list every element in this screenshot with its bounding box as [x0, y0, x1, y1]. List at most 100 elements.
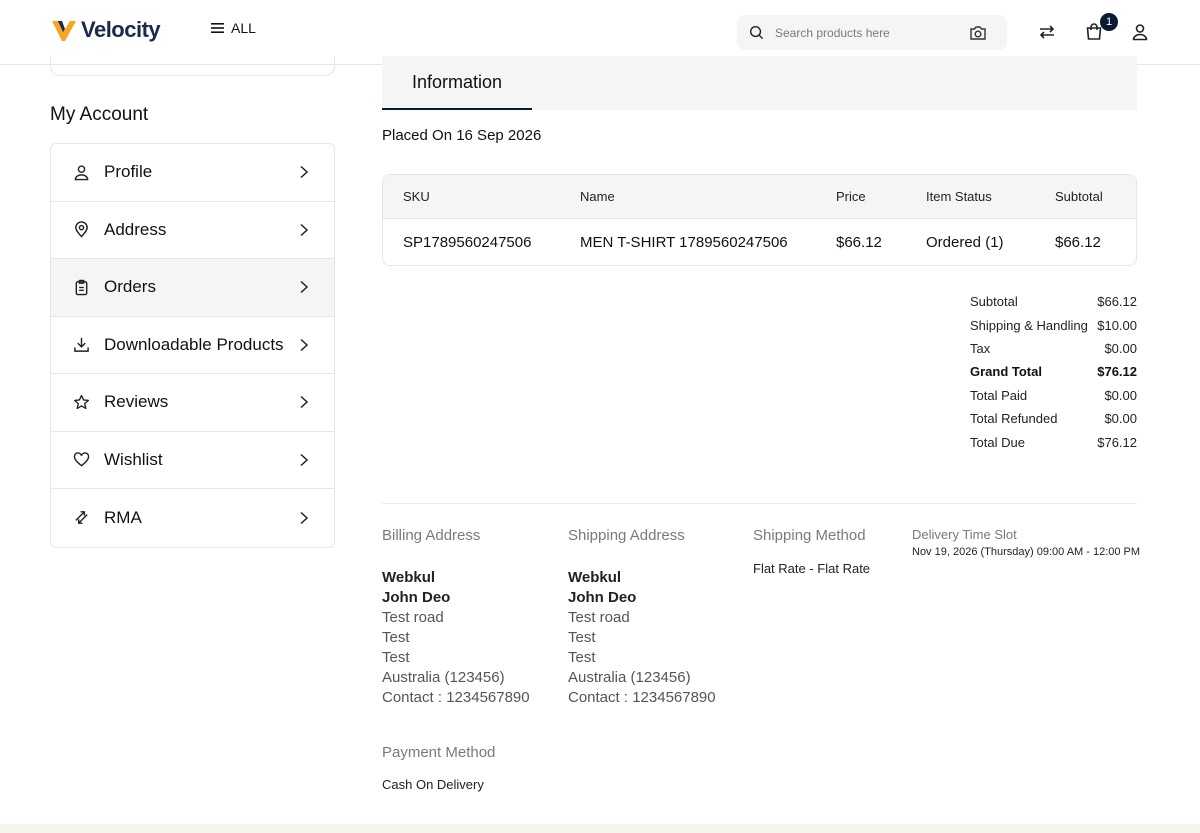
- billing-line1: Test road: [382, 609, 444, 626]
- summary-label: Tax: [970, 340, 991, 356]
- logo-text: Velocity: [81, 17, 161, 42]
- shipping-method-title: Shipping Method: [753, 527, 866, 544]
- cell-name: MEN T-SHIRT 1789560247506: [580, 234, 788, 251]
- cell-subtotal: $66.12: [1055, 234, 1101, 251]
- delivery-slot-title: Delivery Time Slot: [912, 527, 1017, 542]
- payment-method-title: Payment Method: [382, 744, 496, 761]
- billing-name: John Deo: [382, 589, 451, 606]
- summary-value: $10.00: [1097, 317, 1137, 333]
- footer-strip: [0, 824, 1200, 833]
- payment-method-value: Cash On Delivery: [382, 777, 484, 792]
- cell-price: $66.12: [836, 234, 882, 251]
- clipboard-icon: [75, 279, 88, 296]
- order-tabs: Information: [382, 56, 1137, 110]
- cell-item-status: Ordered (1): [926, 234, 1004, 251]
- user-icon: [74, 165, 89, 181]
- heart-icon: [73, 452, 90, 467]
- chevron-right-icon: [300, 453, 309, 466]
- chevron-right-icon: [300, 396, 309, 409]
- summary-value: $0.00: [1104, 411, 1137, 427]
- column-header-subtotal: Subtotal: [1055, 189, 1103, 204]
- shipping-line1: Test road: [568, 609, 630, 626]
- summary-row-tax: Tax $0.00: [970, 337, 1137, 360]
- menu-label: ALL: [231, 20, 256, 36]
- summary-label: Total Due: [970, 434, 1025, 450]
- shipping-name: John Deo: [568, 589, 637, 606]
- sidebar-item-label: Downloadable Products: [104, 334, 284, 354]
- order-items-table: SKU Name Price Item Status Subtotal SP17…: [382, 174, 1137, 266]
- chevron-right-icon: [300, 511, 309, 524]
- tab-information[interactable]: Information: [382, 56, 532, 110]
- sidebar-item-address[interactable]: Address: [51, 202, 334, 259]
- user-account-icon[interactable]: [1130, 22, 1150, 42]
- chevron-right-icon: [300, 166, 309, 179]
- chevron-right-icon: [300, 281, 309, 294]
- summary-value: $76.12: [1097, 364, 1137, 380]
- cart-count-badge: 1: [1100, 13, 1118, 31]
- summary-value: $0.00: [1104, 387, 1137, 403]
- chevron-right-icon: [300, 338, 309, 351]
- shipping-contact: Contact : 1234567890: [568, 689, 716, 706]
- exchange-icon: [75, 511, 88, 525]
- sidebar-item-label: RMA: [104, 507, 142, 527]
- shipping-address-title: Shipping Address: [568, 527, 685, 544]
- billing-address: Webkul John Deo Test road Test Test Aust…: [382, 568, 530, 708]
- search-icon: [749, 25, 764, 40]
- sidebar-item-profile[interactable]: Profile: [51, 144, 334, 202]
- column-header-sku: SKU: [403, 189, 430, 204]
- sidebar-profile-card-edge: [50, 56, 335, 76]
- my-account-title: My Account: [50, 104, 149, 125]
- sidebar-item-orders[interactable]: Orders: [51, 259, 334, 317]
- summary-label: Total Refunded: [970, 411, 1058, 427]
- shipping-line2: Test: [568, 629, 596, 646]
- download-icon: [74, 338, 89, 353]
- all-categories-menu-button[interactable]: ALL: [211, 20, 256, 36]
- account-navigation: Profile Address Orders Downloadable Prod…: [50, 143, 335, 548]
- summary-row-total-refunded: Total Refunded $0.00: [970, 407, 1137, 430]
- location-pin-icon: [75, 221, 88, 238]
- hamburger-icon: [211, 23, 224, 33]
- summary-label: Subtotal: [970, 294, 1018, 310]
- search-input[interactable]: [775, 15, 965, 50]
- shipping-method-value: Flat Rate - Flat Rate: [753, 561, 871, 576]
- column-header-price: Price: [836, 189, 866, 204]
- billing-line3: Test: [382, 649, 410, 666]
- order-summary: Subtotal $66.12 Shipping & Handling $10.00…: [970, 290, 1137, 454]
- summary-value: $0.00: [1104, 340, 1137, 356]
- sidebar-item-wishlist[interactable]: Wishlist: [51, 432, 334, 489]
- logo[interactable]: Velocity: [50, 17, 161, 43]
- shipping-company: Webkul: [568, 569, 622, 586]
- order-placed-date: Placed On 16 Sep 2026: [382, 127, 542, 144]
- shipping-country: Australia (123456): [568, 669, 691, 686]
- billing-contact: Contact : 1234567890: [382, 689, 530, 706]
- sidebar-item-label: Profile: [104, 162, 153, 182]
- summary-label: Grand Total: [970, 364, 1042, 380]
- camera-icon[interactable]: [969, 24, 987, 42]
- shipping-line3: Test: [568, 649, 596, 666]
- summary-value: $66.12: [1097, 294, 1137, 310]
- search-bar: [737, 15, 1007, 50]
- sidebar-item-label: Address: [104, 219, 167, 239]
- compare-icon[interactable]: [1037, 22, 1057, 42]
- cell-sku: SP1789560247506: [403, 234, 532, 251]
- column-header-name: Name: [580, 189, 615, 204]
- column-header-item-status: Item Status: [926, 189, 992, 204]
- summary-row-subtotal: Subtotal $66.12: [970, 290, 1137, 313]
- billing-company: Webkul: [382, 569, 436, 586]
- sidebar-item-rma[interactable]: RMA: [51, 489, 334, 547]
- summary-row-total-paid: Total Paid $0.00: [970, 384, 1137, 407]
- section-divider: [382, 503, 1137, 504]
- table-row: SP1789560247506 MEN T-SHIRT 178956024750…: [383, 219, 1136, 265]
- sidebar-item-label: Reviews: [104, 392, 169, 412]
- summary-label: Total Paid: [970, 387, 1028, 403]
- sidebar-item-label: Wishlist: [104, 449, 163, 469]
- billing-country: Australia (123456): [382, 669, 505, 686]
- billing-address-title: Billing Address: [382, 527, 481, 544]
- summary-row-shipping: Shipping & Handling $10.00: [970, 313, 1137, 336]
- sidebar-item-reviews[interactable]: Reviews: [51, 374, 334, 432]
- chevron-right-icon: [300, 223, 309, 236]
- sidebar-item-downloadable-products[interactable]: Downloadable Products: [51, 317, 334, 374]
- shipping-address: Webkul John Deo Test road Test Test Aust…: [568, 568, 716, 708]
- billing-line2: Test: [382, 629, 410, 646]
- summary-value: $76.12: [1097, 434, 1137, 450]
